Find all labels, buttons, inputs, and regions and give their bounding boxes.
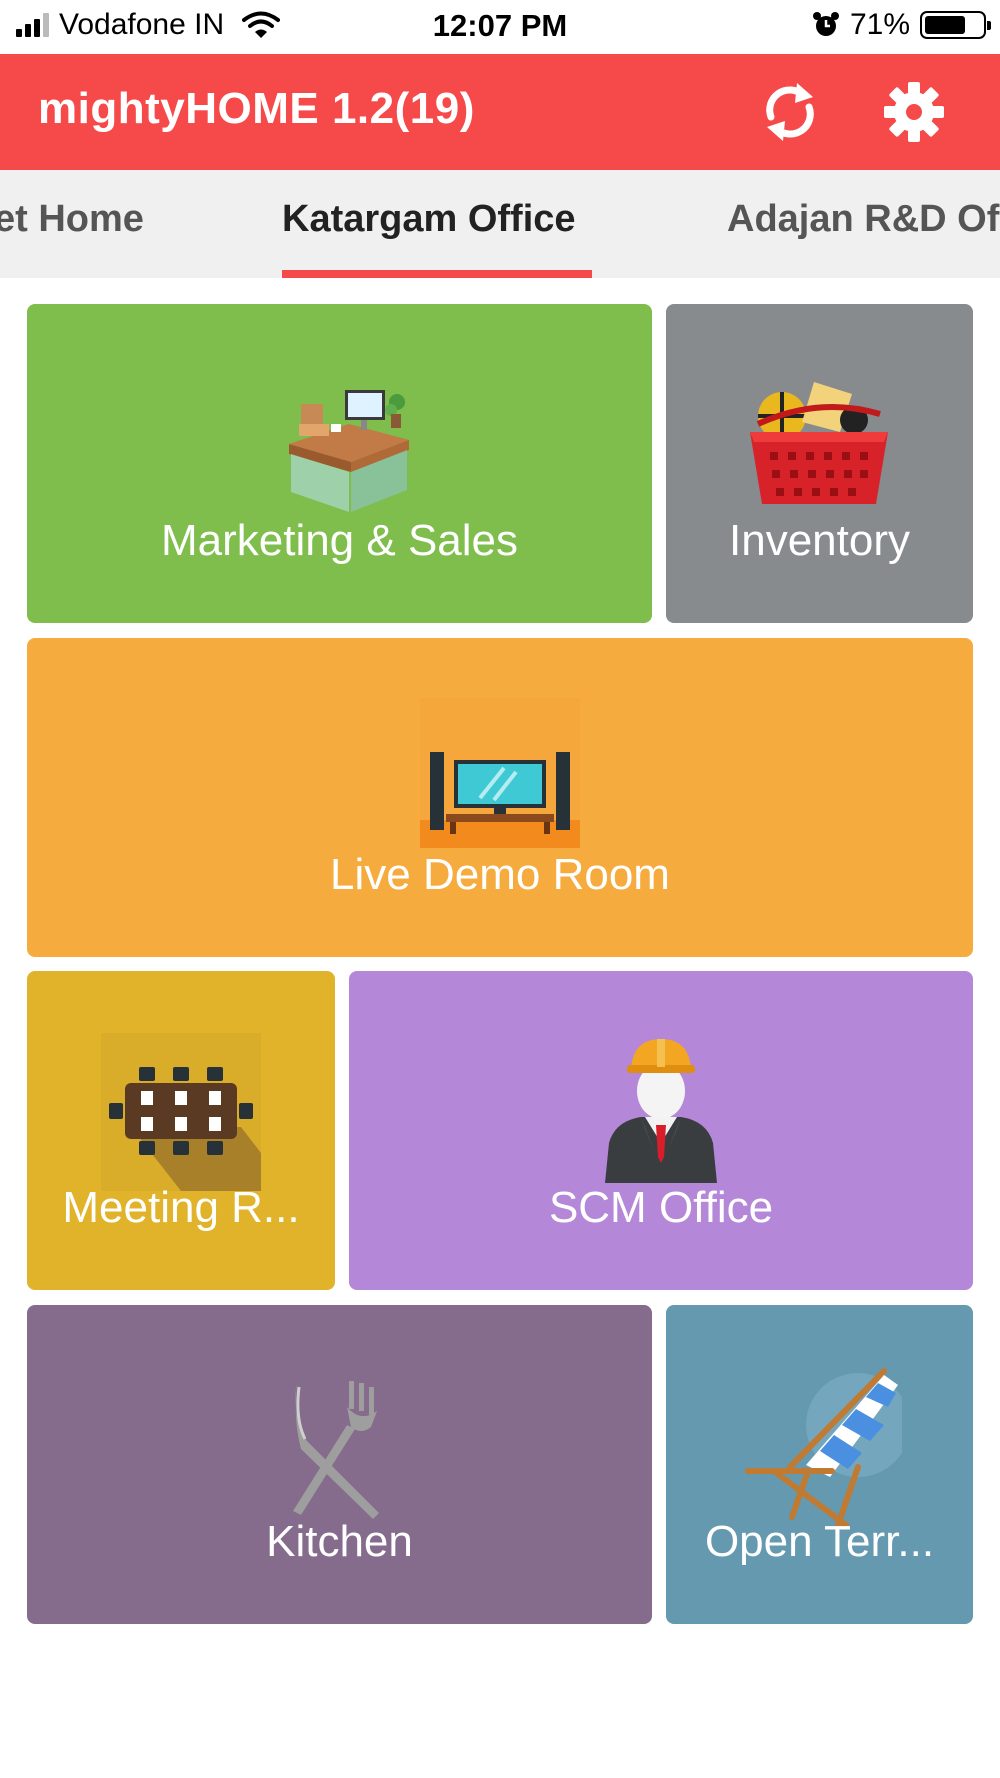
room-tile-live-demo-room[interactable]: Live Demo Room (27, 638, 973, 957)
room-label: Live Demo Room (330, 850, 670, 899)
battery-fill (925, 16, 965, 34)
conference-table-icon (101, 1033, 261, 1191)
refresh-icon (766, 83, 814, 141)
settings-button[interactable] (876, 74, 952, 150)
tab-katargam-office[interactable]: Katargam Office (282, 198, 576, 241)
room-label: SCM Office (548, 1183, 774, 1232)
room-label: Meeting R... (62, 1183, 300, 1232)
battery-icon (920, 11, 991, 39)
room-tile-kitchen[interactable]: Kitchen (27, 1305, 652, 1624)
refresh-button[interactable] (752, 74, 828, 150)
room-tile-open-terrace[interactable]: Open Terr... (666, 1305, 973, 1624)
basket-icon (750, 382, 888, 504)
cutlery-icon (293, 1381, 379, 1519)
deck-chair-icon (745, 1368, 902, 1527)
status-right: 71% (812, 8, 991, 42)
room-label: Inventory (729, 516, 910, 565)
status-bar: Vodafone IN 12:07 PM 71% (0, 0, 1000, 54)
alarm-icon (812, 12, 839, 36)
app-title: mightyHOME 1.2(19) (38, 84, 475, 133)
engineer-icon (605, 1039, 717, 1183)
office-desk-icon (289, 390, 409, 512)
location-tabs: et Home Katargam Office Adajan R&D Of (0, 170, 1000, 278)
tab-adajan-rd-office[interactable]: Adajan R&D Of (727, 198, 999, 241)
battery-percent: 71% (849, 8, 910, 41)
app-bar: mightyHOME 1.2(19) (0, 54, 1000, 170)
active-tab-indicator (282, 270, 592, 278)
room-label: Marketing & Sales (160, 516, 519, 565)
room-tile-meeting-room[interactable]: Meeting R... (27, 971, 335, 1290)
room-tile-marketing-sales[interactable]: Marketing & Sales (27, 304, 652, 623)
room-label: Open Terr... (704, 1517, 935, 1566)
room-label: Kitchen (266, 1517, 413, 1566)
gear-icon (884, 82, 944, 142)
room-tile-scm-office[interactable]: SCM Office (349, 971, 973, 1290)
home-theater-icon (420, 698, 580, 848)
room-tile-inventory[interactable]: Inventory (666, 304, 973, 623)
tab-sweet-home[interactable]: et Home (0, 198, 144, 241)
